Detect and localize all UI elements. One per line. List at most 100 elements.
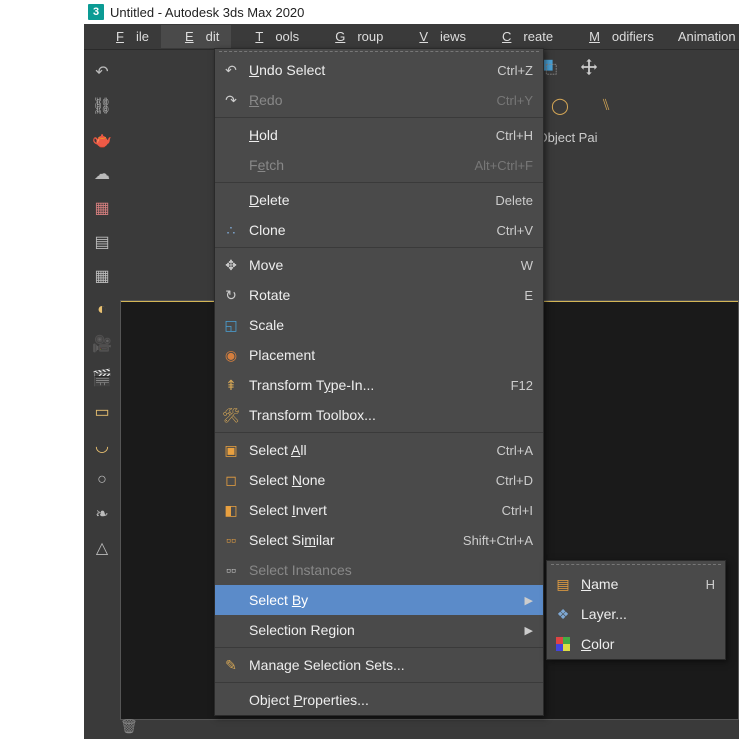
move-tool-icon[interactable] bbox=[574, 52, 604, 82]
app-logo-icon: 3 bbox=[88, 4, 104, 20]
mi-clone[interactable]: ∴ Clone Ctrl+V bbox=[215, 215, 543, 245]
window-title: Untitled - Autodesk 3ds Max 2020 bbox=[110, 5, 304, 20]
titlebar: 3 Untitled - Autodesk 3ds Max 2020 bbox=[84, 0, 739, 24]
mi-undo[interactable]: ↶ Undo Select Ctrl+Z bbox=[215, 55, 543, 85]
edit-menu-dropdown: ↶ Undo Select Ctrl+Z ↷ Redo Ctrl+Y Hold … bbox=[214, 48, 544, 716]
select-all-icon: ▣ bbox=[219, 439, 243, 461]
color-icon bbox=[551, 633, 575, 655]
shortcut: H bbox=[706, 577, 715, 592]
shortcut: Ctrl+D bbox=[496, 473, 533, 488]
redo-icon: ↷ bbox=[219, 89, 243, 111]
mi-select-instances: ▫▫ Select Instances bbox=[215, 555, 543, 585]
dome-icon[interactable]: ◡ bbox=[88, 432, 116, 460]
name-icon: ▤ bbox=[551, 573, 575, 595]
submenu-arrow-icon: ▶ bbox=[525, 624, 533, 637]
mi-transform-toolbox[interactable]: 🛠 Transform Toolbox... bbox=[215, 400, 543, 430]
undo-icon: ↶ bbox=[219, 59, 243, 81]
ring2-icon[interactable]: ◯ bbox=[546, 92, 574, 120]
mi-rotate[interactable]: ↻ Rotate E bbox=[215, 280, 543, 310]
mi-fetch: Fetch Alt+Ctrl+F bbox=[215, 150, 543, 180]
mi-select-none[interactable]: ◻ Select None Ctrl+D bbox=[215, 465, 543, 495]
select-similar-icon: ▫▫ bbox=[219, 529, 243, 551]
camera-icon[interactable]: 🎥 bbox=[88, 330, 116, 358]
shortcut: Ctrl+I bbox=[502, 503, 533, 518]
mi-hold[interactable]: Hold Ctrl+H bbox=[215, 120, 543, 150]
shortcut: Ctrl+H bbox=[496, 128, 533, 143]
menu-modifiers[interactable]: Modifiers bbox=[565, 25, 666, 48]
mi-move[interactable]: ✥ Move W bbox=[215, 250, 543, 280]
mi-selection-region[interactable]: Selection Region ▶ bbox=[215, 615, 543, 645]
transform-typein-icon: ⇞ bbox=[219, 374, 243, 396]
shortcut: Delete bbox=[495, 193, 533, 208]
sun-icon[interactable]: ◐ bbox=[88, 296, 116, 324]
shortcut: F12 bbox=[511, 378, 533, 393]
undo-icon[interactable]: ↶ bbox=[88, 58, 116, 86]
separator bbox=[215, 647, 543, 648]
shortcut: Alt+Ctrl+F bbox=[474, 158, 533, 173]
cloud-icon[interactable]: ☁ bbox=[88, 160, 116, 188]
rect-icon[interactable]: ▭ bbox=[88, 398, 116, 426]
mi-select-all[interactable]: ▣ Select All Ctrl+A bbox=[215, 435, 543, 465]
mi-transform-typein[interactable]: ⇞ Transform Type-In... F12 bbox=[215, 370, 543, 400]
link-icon[interactable]: ⛓ bbox=[88, 92, 116, 120]
grid-icon[interactable]: ▦ bbox=[88, 262, 116, 290]
separator bbox=[215, 182, 543, 183]
mi-redo: ↷ Redo Ctrl+Y bbox=[215, 85, 543, 115]
shortcut: Ctrl+Z bbox=[497, 63, 533, 78]
circle-icon[interactable]: ○ bbox=[88, 466, 116, 494]
app-window: 3 Untitled - Autodesk 3ds Max 2020 File … bbox=[84, 0, 739, 739]
select-instances-icon: ▫▫ bbox=[219, 559, 243, 581]
shortcut: Ctrl+Y bbox=[497, 93, 533, 108]
mi-manage-selection-sets[interactable]: ✎ Manage Selection Sets... bbox=[215, 650, 543, 680]
mi-select-by-layer[interactable]: ❖ Layer... bbox=[547, 599, 725, 629]
mi-select-by[interactable]: Select By ▶ bbox=[215, 585, 543, 615]
trash-icon[interactable]: 🗑 bbox=[120, 718, 138, 735]
mi-select-by-name[interactable]: ▤ Name H bbox=[547, 569, 725, 599]
bottom-bar: 🗑 bbox=[120, 718, 138, 735]
submenu-arrow-icon: ▶ bbox=[525, 594, 533, 607]
shortcut: E bbox=[524, 288, 533, 303]
list-icon[interactable]: ▤ bbox=[88, 228, 116, 256]
toolbox-icon: 🛠 bbox=[219, 404, 243, 426]
rotate-icon: ↻ bbox=[219, 284, 243, 306]
menu-group[interactable]: Group bbox=[311, 25, 395, 48]
separator bbox=[215, 117, 543, 118]
triangle-icon[interactable]: △ bbox=[88, 534, 116, 562]
mi-scale[interactable]: ◱ Scale bbox=[215, 310, 543, 340]
menubar: File Edit Tools Group Views Create Modif… bbox=[84, 24, 739, 50]
manage-sets-icon: ✎ bbox=[219, 654, 243, 676]
mi-placement[interactable]: ◉ Placement bbox=[215, 340, 543, 370]
shortcut: Ctrl+V bbox=[497, 223, 533, 238]
shortcut: Ctrl+A bbox=[497, 443, 533, 458]
menu-animation[interactable]: Animation bbox=[666, 25, 739, 48]
mi-delete[interactable]: Delete Delete bbox=[215, 185, 543, 215]
clone-icon: ∴ bbox=[219, 219, 243, 241]
mi-select-similar[interactable]: ▫▫ Select Similar Shift+Ctrl+A bbox=[215, 525, 543, 555]
shortcut: Shift+Ctrl+A bbox=[463, 533, 533, 548]
tab-object-paint[interactable]: Object Pai bbox=[537, 130, 597, 145]
separator bbox=[215, 247, 543, 248]
menu-views[interactable]: Views bbox=[395, 25, 478, 48]
select-by-submenu: ▤ Name H ❖ Layer... Color bbox=[546, 560, 726, 660]
palette-icon[interactable]: ▦ bbox=[88, 194, 116, 222]
leaf-icon[interactable]: ❧ bbox=[88, 500, 116, 528]
flame-icon[interactable]: ⑊ bbox=[592, 92, 620, 120]
shortcut: W bbox=[521, 258, 533, 273]
select-invert-icon: ◧ bbox=[219, 499, 243, 521]
mi-select-by-color[interactable]: Color bbox=[547, 629, 725, 659]
separator bbox=[215, 432, 543, 433]
menu-tools[interactable]: Tools bbox=[231, 25, 311, 48]
menu-file[interactable]: File bbox=[92, 25, 161, 48]
select-none-icon: ◻ bbox=[219, 469, 243, 491]
teapot-icon[interactable]: 🫖 bbox=[88, 126, 116, 154]
menu-edit[interactable]: Edit bbox=[161, 25, 231, 48]
left-toolbar: ↶ ⛓ 🫖 ☁ ▦ ▤ ▦ ◐ 🎥 🎬 ▭ ◡ ○ ❧ △ bbox=[84, 50, 120, 562]
mi-select-invert[interactable]: ◧ Select Invert Ctrl+I bbox=[215, 495, 543, 525]
separator bbox=[215, 682, 543, 683]
camera2-icon[interactable]: 🎬 bbox=[88, 364, 116, 392]
menu-create[interactable]: Create bbox=[478, 25, 565, 48]
layer-icon: ❖ bbox=[551, 603, 575, 625]
mi-object-properties[interactable]: Object Properties... bbox=[215, 685, 543, 715]
placement-icon: ◉ bbox=[219, 344, 243, 366]
scale-icon: ◱ bbox=[219, 314, 243, 336]
